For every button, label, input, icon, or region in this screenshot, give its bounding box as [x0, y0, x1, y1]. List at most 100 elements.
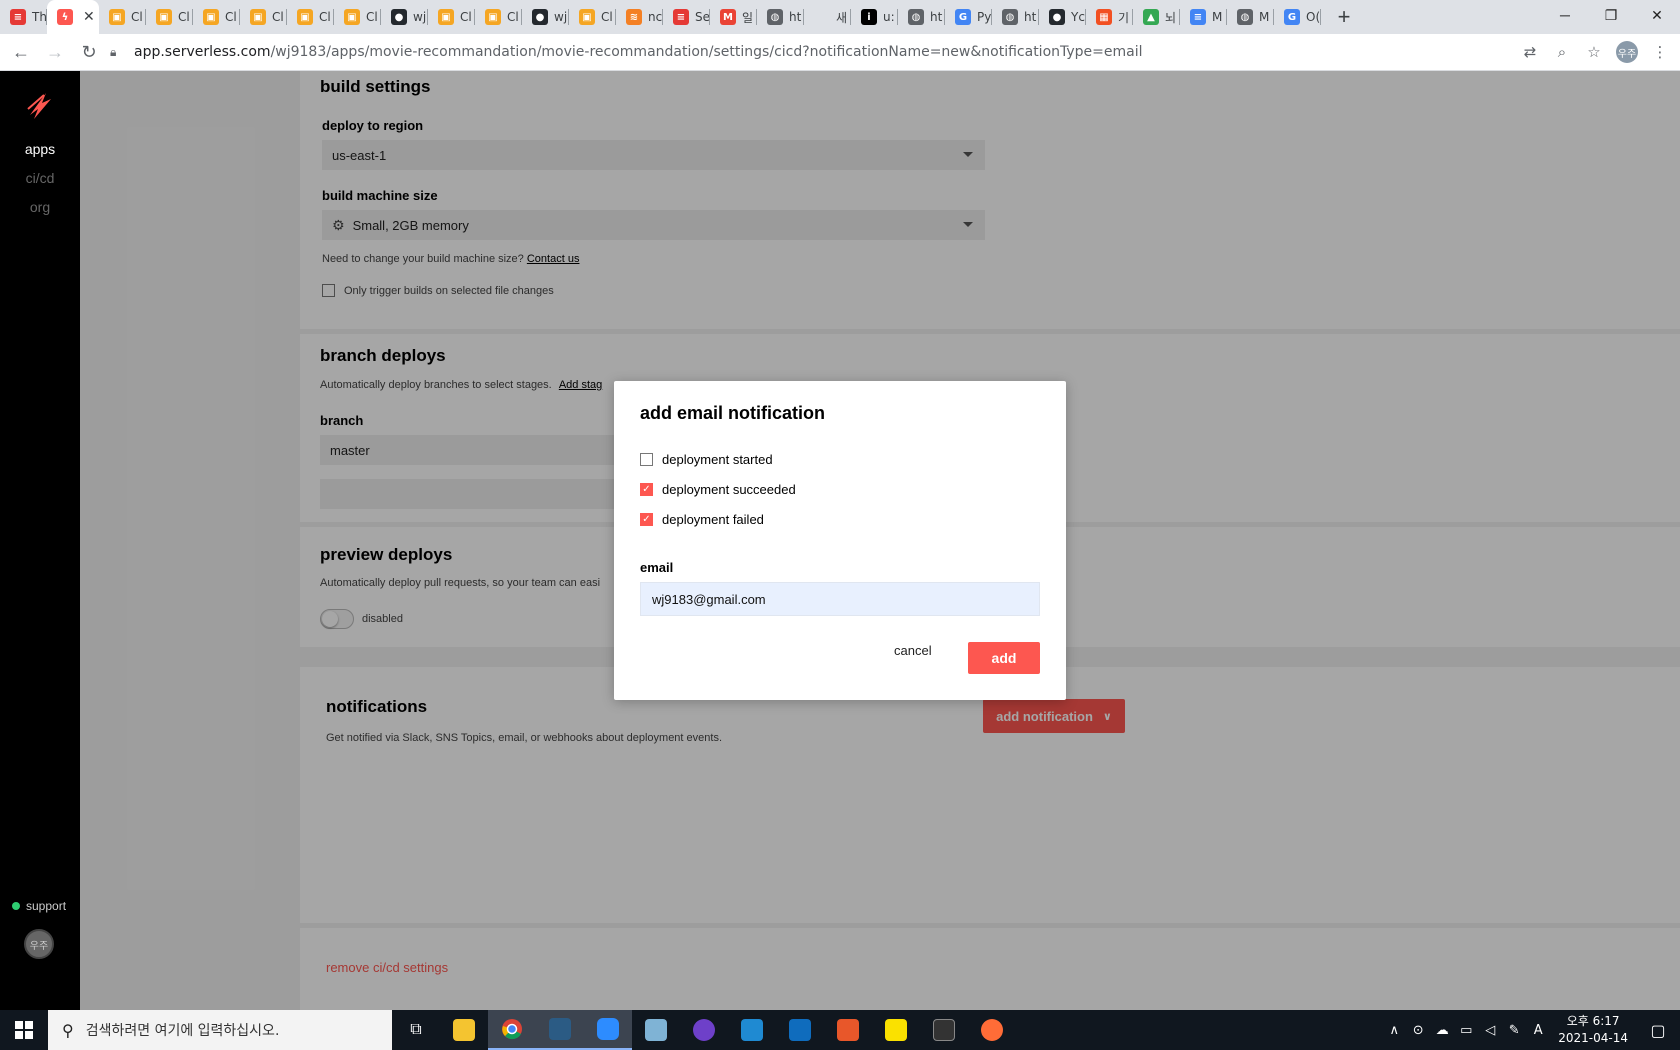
browser-tab[interactable]: ≡ M	[1180, 0, 1227, 34]
browser-tab[interactable]: ▣ Cl	[475, 0, 522, 34]
browser-tab[interactable]: ● wj	[381, 0, 428, 34]
restore-icon[interactable]: ❐	[1588, 0, 1634, 30]
file-explorer-icon[interactable]	[440, 1010, 488, 1050]
menu-kebab-icon[interactable]: ⋮	[1650, 43, 1670, 61]
tab-favicon-icon: ▣	[485, 9, 501, 25]
checkbox-deployment-started[interactable]	[640, 453, 653, 466]
tab-favicon-icon: ◍	[1237, 9, 1253, 25]
browser-tab[interactable]: ◍ ht	[757, 0, 804, 34]
sidebar-item-cicd[interactable]: ci/cd	[0, 170, 80, 186]
email-field[interactable]	[640, 582, 1040, 616]
sidebar-item-apps[interactable]: apps	[0, 141, 80, 157]
system-tray: ∧ ⊙ ☁ ▭ ◁ ✎ A 오후 6:17 2021-04-14 ▢	[1382, 1010, 1680, 1050]
postman-icon[interactable]	[968, 1010, 1016, 1050]
tab-favicon-icon: ▣	[344, 9, 360, 25]
browser-tab[interactable]: ▣ Cl	[569, 0, 616, 34]
serverless-logo-icon[interactable]	[24, 89, 56, 123]
browser-tab[interactable]: 새 탭	[804, 0, 851, 34]
tab-label: Cl	[225, 10, 237, 24]
browser-tab[interactable]: ▣ Cl	[334, 0, 381, 34]
option-deployment-succeeded[interactable]: ✓ deployment succeeded	[640, 482, 796, 497]
browser-tab[interactable]: ▣ Cl	[240, 0, 287, 34]
browser-tab[interactable]: ϟ ✕	[47, 0, 99, 34]
tab-label: ht	[789, 10, 802, 24]
browser-tab[interactable]: G Py	[945, 0, 992, 34]
ime-indicator[interactable]: A	[1526, 1023, 1550, 1038]
browser-tab[interactable]: ▣ Cl	[193, 0, 240, 34]
tab-close-icon[interactable]: ✕	[83, 9, 95, 25]
browser-tab[interactable]: ≋ nc	[616, 0, 663, 34]
cloud-icon[interactable]: ☁	[1430, 1023, 1454, 1038]
browser-tab[interactable]: ▦ 기	[1086, 0, 1133, 34]
minimize-icon[interactable]: ─	[1542, 0, 1588, 30]
browser-tab[interactable]: ◍ M	[1227, 0, 1274, 34]
add-button[interactable]: add	[968, 642, 1040, 674]
network-icon[interactable]: ▭	[1454, 1023, 1478, 1038]
browser-tab[interactable]: ▣ Cl	[287, 0, 334, 34]
browser-tab[interactable]: G O(	[1274, 0, 1321, 34]
zoom-app-icon[interactable]	[584, 1010, 632, 1050]
option-deployment-started[interactable]: deployment started	[640, 452, 773, 467]
notification-center-icon[interactable]: ▢	[1646, 1021, 1670, 1040]
pen-icon[interactable]: ✎	[1502, 1023, 1526, 1038]
vscode-icon[interactable]	[728, 1010, 776, 1050]
terminal-icon[interactable]	[920, 1010, 968, 1050]
back-icon[interactable]: ←	[4, 35, 38, 69]
address-bar[interactable]: 🔒︎ app.serverless.com/wj9183/apps/movie-…	[110, 38, 1610, 66]
taskbar-search[interactable]: ⚲ 검색하려면 여기에 입력하십시오.	[48, 1010, 392, 1050]
tab-label: 일	[742, 10, 754, 25]
browser-tab[interactable]: i u:	[851, 0, 898, 34]
window-controls: ─ ❐ ✕	[1542, 0, 1680, 30]
bookmark-star-icon[interactable]: ☆	[1584, 43, 1604, 61]
tab-label: u:	[883, 10, 895, 24]
sidebar-item-org[interactable]: org	[0, 199, 80, 215]
browser-tab[interactable]: ▲ 뇌	[1133, 0, 1180, 34]
checkbox-deployment-failed[interactable]: ✓	[640, 513, 653, 526]
office-icon[interactable]	[824, 1010, 872, 1050]
browser-tab[interactable]: ▣ Cl	[146, 0, 193, 34]
browser-tab[interactable]: ◍ ht	[898, 0, 945, 34]
zoom-icon[interactable]: ⌕	[1552, 44, 1572, 61]
support-label: support	[26, 899, 67, 913]
browser-tab[interactable]: ◍ ht	[992, 0, 1039, 34]
browser-tab[interactable]: ≡ Se	[663, 0, 710, 34]
clock[interactable]: 오후 6:17 2021-04-14	[1558, 1013, 1628, 1047]
chevron-up-icon[interactable]: ∧	[1382, 1023, 1406, 1038]
kakaotalk-icon[interactable]	[872, 1010, 920, 1050]
translate-icon[interactable]: ⇄	[1520, 43, 1540, 61]
github-desktop-icon[interactable]	[680, 1010, 728, 1050]
modal-title: add email notification	[640, 403, 826, 423]
windows-start-icon[interactable]	[0, 1010, 48, 1050]
workbench-icon[interactable]	[536, 1010, 584, 1050]
tab-label: nc	[648, 10, 663, 24]
tab-label: M	[1259, 10, 1270, 24]
task-view-icon[interactable]: ⧉	[392, 1010, 440, 1050]
browser-tab[interactable]: ● Yc	[1039, 0, 1086, 34]
browser-tab[interactable]: ▣ Cl	[428, 0, 475, 34]
option-deployment-failed[interactable]: ✓ deployment failed	[640, 512, 764, 527]
windows-taskbar: ⚲ 검색하려면 여기에 입력하십시오. ⧉ ∧ ⊙ ☁ ▭ ◁ ✎ A 오후 6…	[0, 1010, 1680, 1050]
tab-label: Py	[977, 10, 992, 24]
checkbox-deployment-succeeded[interactable]: ✓	[640, 483, 653, 496]
video-app-icon[interactable]	[776, 1010, 824, 1050]
reload-icon[interactable]: ↻	[72, 35, 106, 69]
tab-favicon-icon: ≡	[1190, 9, 1206, 25]
tab-favicon-icon: ◍	[1002, 9, 1018, 25]
cancel-button[interactable]: cancel	[894, 643, 932, 658]
profile-avatar[interactable]: 우주	[1616, 41, 1638, 63]
forward-icon[interactable]: →	[38, 35, 72, 69]
support-link[interactable]: support	[12, 899, 66, 913]
notes-app-icon[interactable]	[632, 1010, 680, 1050]
browser-tab[interactable]: ≡ Th	[0, 0, 47, 34]
tab-favicon-icon: ≡	[10, 9, 26, 25]
chrome-icon[interactable]	[488, 1010, 536, 1050]
new-tab-button[interactable]: +	[1329, 0, 1359, 34]
avatar[interactable]: 우주	[24, 929, 54, 959]
volume-icon[interactable]: ◁	[1478, 1023, 1502, 1038]
browser-tab[interactable]: M일	[710, 0, 757, 34]
close-window-icon[interactable]: ✕	[1634, 0, 1680, 30]
browser-tab[interactable]: ● wj	[522, 0, 569, 34]
tab-favicon-icon: ◍	[908, 9, 924, 25]
browser-tab[interactable]: ▣ Cl	[99, 0, 146, 34]
device-icon[interactable]: ⊙	[1406, 1023, 1430, 1038]
